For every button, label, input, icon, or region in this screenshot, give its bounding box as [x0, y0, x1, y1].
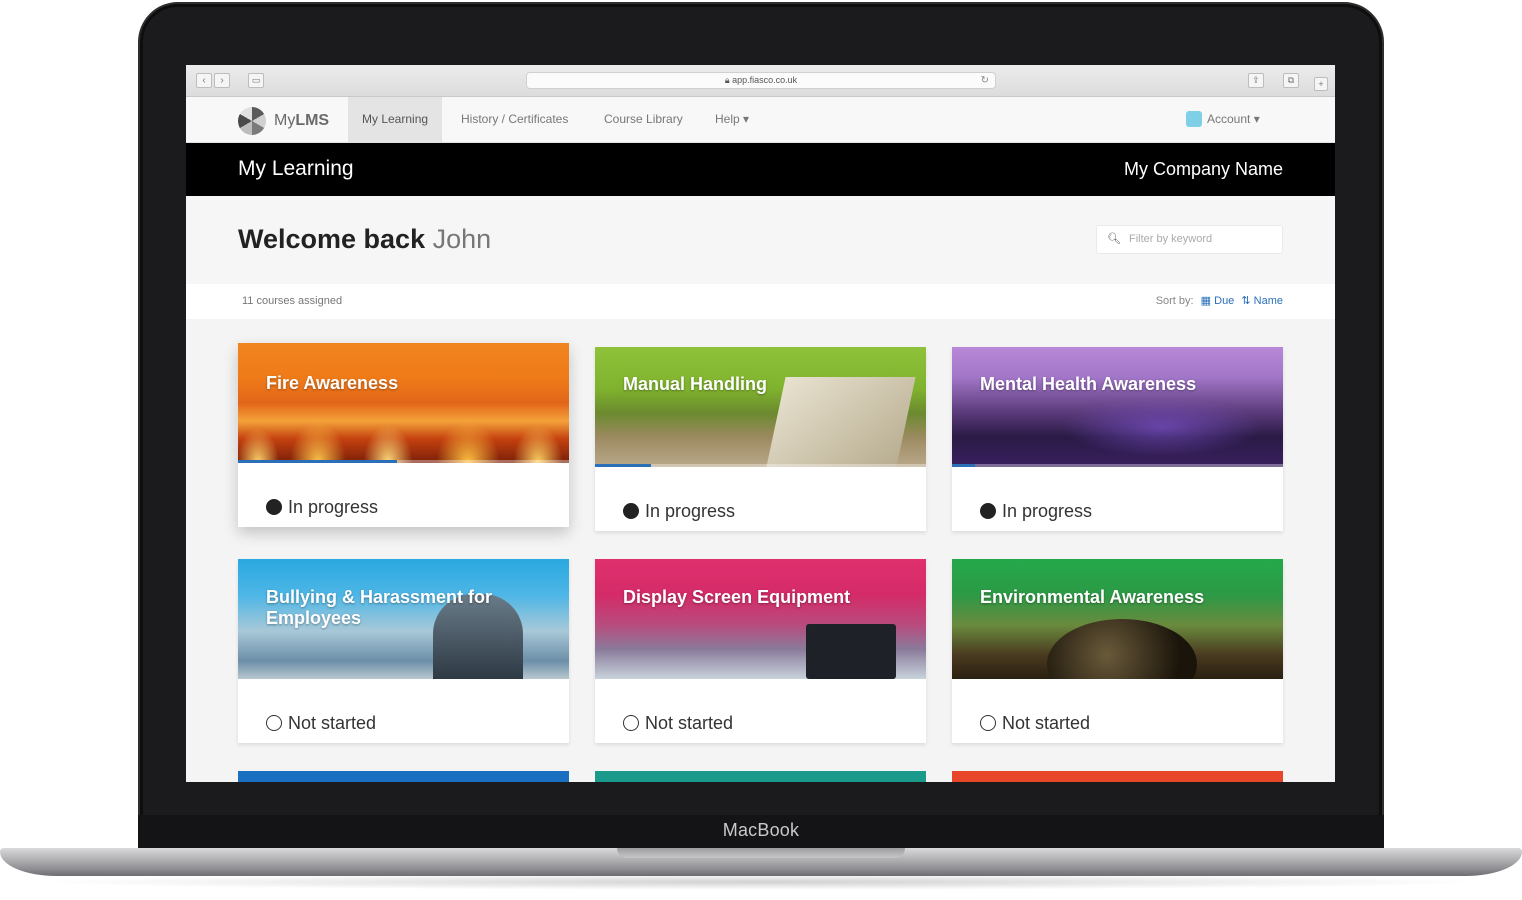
course-image-manual-handling: Manual Handling	[595, 347, 926, 467]
course-title: Display Screen Equipment	[623, 587, 851, 607]
course-status: In progress	[595, 467, 926, 531]
address-bar[interactable]: 🔒︎ app.fiasco.co.uk ↻	[526, 72, 996, 89]
courses-count: 11 courses assigned	[242, 295, 343, 307]
welcome-greeting: Welcome back	[238, 224, 426, 254]
course-image-environmental: Environmental Awareness	[952, 559, 1283, 679]
course-card[interactable]: Environmental Awareness Not started	[952, 559, 1283, 743]
course-progress-track	[238, 460, 569, 463]
page-title: My Learning	[238, 157, 354, 180]
course-status-text: Not started	[288, 712, 377, 733]
course-image-mental-health: Mental Health Awareness	[952, 347, 1283, 467]
course-status: In progress	[952, 467, 1283, 531]
browser-nav-buttons: ‹ ›	[196, 73, 230, 88]
sort-alpha-icon: ⇅	[1241, 295, 1251, 307]
account-avatar-icon	[1186, 111, 1202, 127]
welcome-heading: Welcome back John	[238, 224, 491, 255]
sort-by-name[interactable]: ⇅ Name	[1241, 295, 1283, 307]
course-status-text: Not started	[1002, 712, 1091, 733]
course-card[interactable]: Manual Handling In progress	[595, 347, 926, 531]
course-progress-track	[952, 464, 1283, 467]
forward-icon[interactable]: ›	[214, 73, 230, 88]
course-status-text: In progress	[645, 500, 736, 521]
course-status-text: In progress	[288, 496, 379, 517]
in-progress-icon	[980, 503, 996, 519]
course-status: Not started	[595, 679, 926, 743]
welcome-section: Welcome back John 🔍︎ Filter by keyword	[186, 196, 1335, 284]
monitor-artwork	[806, 624, 896, 679]
not-started-icon	[980, 715, 996, 731]
nav-item-course-library[interactable]: Course Library	[590, 97, 697, 142]
course-card-peek[interactable]	[238, 771, 569, 782]
calendar-icon: ▦	[1200, 295, 1212, 307]
course-card[interactable]: Display Screen Equipment Not started	[595, 559, 926, 743]
new-tab-icon[interactable]: +	[1314, 77, 1328, 91]
user-name: John	[432, 224, 492, 254]
filter-placeholder: Filter by keyword	[1129, 233, 1213, 245]
account-menu[interactable]: Account ▾	[1186, 111, 1260, 127]
mental-health-artwork	[1062, 397, 1262, 457]
course-title: Environmental Awareness	[980, 587, 1205, 607]
screen: ‹ › ▭ 🔒︎ app.fiasco.co.uk ↻ ⇪ ⧉ + MyLMS …	[186, 65, 1335, 782]
not-started-icon	[623, 715, 639, 731]
back-icon[interactable]: ‹	[196, 73, 212, 88]
account-label: Account ▾	[1207, 112, 1260, 126]
course-progress-bar	[595, 464, 652, 467]
course-card-peek[interactable]	[952, 771, 1283, 782]
course-status: Not started	[952, 679, 1283, 743]
browser-toolbar: ‹ › ▭ 🔒︎ app.fiasco.co.uk ↻ ⇪ ⧉ +	[186, 65, 1335, 97]
nav-item-help[interactable]: Help ▾	[701, 97, 763, 142]
course-card[interactable]: Bullying & Harassment for Employees Not …	[238, 559, 569, 743]
device-brand-label: MacBook	[722, 820, 800, 840]
course-image-bullying: Bullying & Harassment for Employees	[238, 559, 569, 679]
fire-artwork	[238, 393, 569, 463]
title-bar: My Learning My Company Name	[186, 143, 1335, 196]
globe-artwork	[1047, 619, 1197, 679]
search-icon: 🔍︎	[1107, 233, 1121, 245]
course-status-text: In progress	[1002, 500, 1093, 521]
course-list-toolbar: 11 courses assigned Sort by: ▦ Due ⇅ Nam…	[186, 284, 1335, 319]
nav-item-my-learning[interactable]: My Learning	[348, 97, 443, 142]
course-title: Bullying & Harassment for Employees	[266, 587, 493, 628]
sort-by-due[interactable]: ▦ Due	[1201, 295, 1235, 307]
not-started-icon	[266, 715, 282, 731]
course-card[interactable]: Mental Health Awareness In progress	[952, 347, 1283, 531]
course-card-peek[interactable]	[595, 771, 926, 782]
address-text: app.fiasco.co.uk	[732, 75, 798, 85]
sort-label: Sort by:	[1155, 295, 1194, 307]
course-progress-track	[595, 464, 926, 467]
in-progress-icon	[623, 503, 639, 519]
sidebar-icon[interactable]: ▭	[248, 73, 264, 88]
laptop-hinge-notch	[617, 848, 905, 858]
app-navbar: MyLMS My Learning History / Certificates…	[186, 97, 1335, 143]
logo-mark-icon	[238, 107, 266, 135]
nav-item-history-certificates[interactable]: History / Certificates	[447, 97, 582, 142]
course-image-fire: Fire Awareness	[238, 343, 569, 463]
course-status: Not started	[238, 679, 569, 743]
course-title: Fire Awareness	[266, 373, 399, 393]
course-title: Mental Health Awareness	[980, 374, 1197, 394]
reload-icon[interactable]: ↻	[981, 73, 989, 88]
course-status: In progress	[238, 463, 569, 527]
course-progress-bar	[238, 460, 397, 463]
course-status-text: Not started	[645, 712, 734, 733]
logo-text: MyLMS	[274, 112, 330, 129]
brand-logo[interactable]: MyLMS	[238, 107, 329, 135]
share-icon[interactable]: ⇪	[1248, 73, 1264, 88]
in-progress-icon	[266, 499, 282, 515]
filter-input[interactable]: 🔍︎ Filter by keyword	[1096, 225, 1283, 254]
laptop-shadow	[30, 874, 1492, 890]
company-name: My Company Name	[1123, 159, 1283, 179]
course-progress-bar	[952, 464, 976, 467]
course-image-display-screen: Display Screen Equipment	[595, 559, 926, 679]
tabs-icon[interactable]: ⧉	[1283, 73, 1299, 88]
course-title: Manual Handling	[623, 374, 767, 394]
sort-controls: Sort by: ▦ Due ⇅ Name	[1156, 294, 1283, 307]
lock-icon: 🔒︎	[724, 75, 730, 85]
course-card[interactable]: Fire Awareness In progress	[238, 343, 569, 527]
